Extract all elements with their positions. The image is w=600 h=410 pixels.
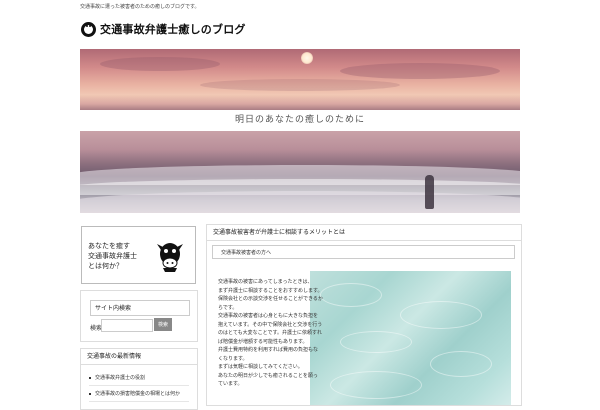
profile-line-1: あなたを癒す xyxy=(88,242,130,250)
profile-line-2: 交通事故弁護士 xyxy=(88,252,137,260)
category-link[interactable]: 交通事故弁護士の役割 xyxy=(89,371,189,386)
post-paragraph: まずは気軽に相談してみてください。 xyxy=(218,364,303,370)
post-paragraph: くなります。 xyxy=(218,355,248,362)
search-widget-title: サイト内検索 xyxy=(90,300,190,316)
site-title: 交通事故弁護士癒しのブログ xyxy=(100,23,246,36)
search-button[interactable]: 検索 xyxy=(154,318,172,331)
post-paragraph: 交通事故の被害にあってしまったときは、 xyxy=(218,279,313,285)
post-paragraph: まず弁護士に相談することをおすすめします。 xyxy=(218,287,323,294)
sun-icon xyxy=(301,52,313,64)
site-tagline: 交通事故に遭った被害者のための癒しのブログです。 xyxy=(80,4,200,10)
site-motto: 明日のあなたの癒しのために xyxy=(80,110,520,131)
post-paragraph: ています。 xyxy=(218,381,243,387)
smiling-face-icon xyxy=(81,21,96,37)
profile-banner[interactable]: あなたを癒す 交通事故弁護士 とは何か？ xyxy=(81,226,196,284)
cow-icon xyxy=(157,243,183,272)
category-widget-title: 交通事故の最新情報 xyxy=(81,349,197,365)
post-paragraph: 弁護士費用特約を利用すれば費用の負担もな xyxy=(218,347,319,353)
post-title[interactable]: 交通事故被害者が弁護士に相談するメリットとは xyxy=(207,225,521,241)
site-logo-link[interactable]: 交通事故弁護士癒しのブログ xyxy=(81,21,246,37)
profile-line-3: とは何か？ xyxy=(88,262,123,270)
post-subheading: 交通事故被害者の方へ xyxy=(212,245,515,259)
header-sunset-image xyxy=(80,49,520,110)
post-paragraph: ば賠償金が増額する可能性もあります。 xyxy=(218,338,308,345)
post-paragraph: らです。 xyxy=(218,304,238,311)
surfer-figure xyxy=(425,175,434,209)
header-waves-image xyxy=(80,131,520,213)
post-paragraph: 保険会社との示談交渉を任せることができるか xyxy=(218,296,323,302)
search-input[interactable] xyxy=(101,319,153,332)
post-article: 交通事故被害者が弁護士に相談するメリットとは 交通事故被害者の方へ 交通事故の被… xyxy=(206,224,522,406)
category-widget: 交通事故の最新情報 交通事故弁護士の役割 交通事故の損害賠償金の相場とは何か xyxy=(80,348,198,410)
post-paragraph: あなたの明日が少しでも癒されることを願っ xyxy=(218,372,318,379)
search-widget: サイト内検索 検索 検索 xyxy=(80,290,198,342)
post-paragraph: 交通事故の被害者は心身ともに大きな負担を xyxy=(218,313,319,319)
bullet-icon xyxy=(89,392,91,395)
post-paragraph: のはとても大変なことです。弁護士に依頼すれ xyxy=(218,330,322,336)
post-paragraph: 抱えています。その中で保険会社と交渉を行う xyxy=(218,321,323,328)
post-body: 交通事故の被害にあってしまったときは、 まず弁護士に相談することをおすすめします… xyxy=(218,278,342,389)
bullet-icon xyxy=(89,376,91,379)
